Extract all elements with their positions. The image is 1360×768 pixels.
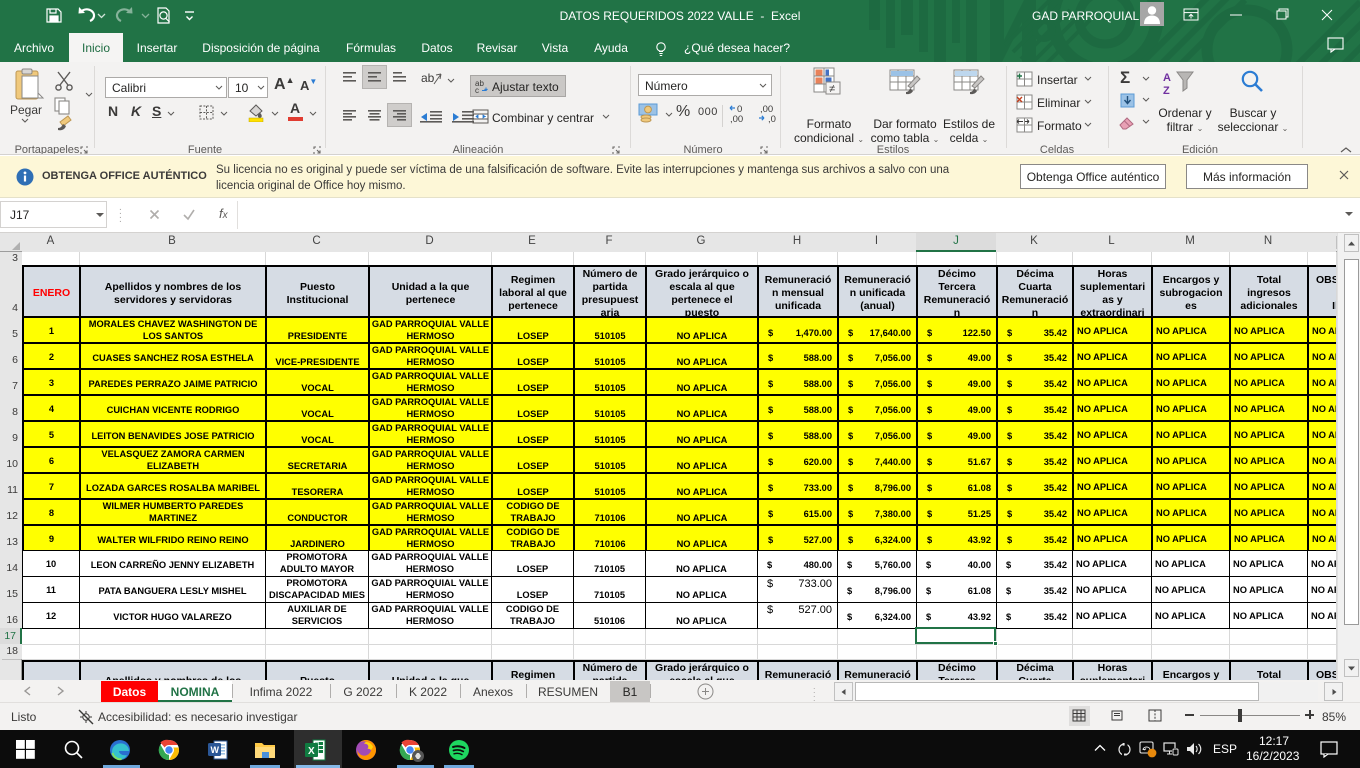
svg-text:≠: ≠ bbox=[829, 83, 835, 95]
svg-text:,00: ,00 bbox=[730, 114, 743, 125]
svg-text:A: A bbox=[1163, 72, 1171, 84]
svg-text:X: X bbox=[308, 746, 315, 757]
svg-text:,0: ,0 bbox=[768, 114, 776, 125]
svg-text:Z: Z bbox=[1163, 85, 1170, 96]
svg-text:W: W bbox=[211, 745, 220, 755]
svg-text:c: c bbox=[475, 86, 479, 94]
svg-text:ab: ab bbox=[421, 71, 435, 85]
